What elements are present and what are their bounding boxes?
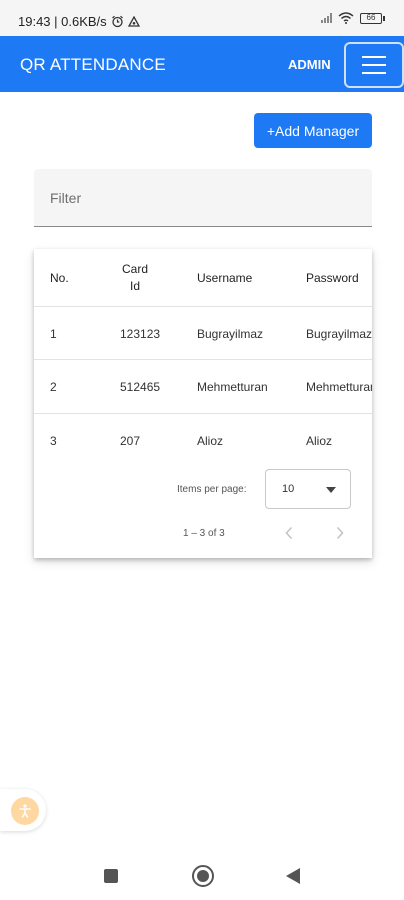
status-bar: 19:43 | 0.6KB/s 66 xyxy=(0,0,404,36)
accessibility-icon-circle xyxy=(11,797,39,825)
accessibility-floating-button[interactable] xyxy=(0,789,46,831)
cell-username: Alioz xyxy=(197,434,224,448)
app-bar: QR ATTENDANCE ADMIN xyxy=(0,36,404,92)
home-icon[interactable] xyxy=(192,865,214,887)
signal-icon xyxy=(321,13,332,23)
next-page-button[interactable] xyxy=(328,521,352,545)
battery-icon: 66 xyxy=(360,12,385,24)
page-range-label: 1 – 3 of 3 xyxy=(183,528,225,539)
admin-label: ADMIN xyxy=(288,57,331,72)
alarm-icon xyxy=(111,15,123,28)
managers-table: No. Card Id Username Password 1 123123 B… xyxy=(34,249,372,558)
accessibility-icon xyxy=(19,804,31,818)
menu-line-icon xyxy=(362,64,386,66)
column-header-no[interactable]: No. xyxy=(50,271,69,285)
cell-password: Mehmetturan xyxy=(306,380,372,394)
column-header-username[interactable]: Username xyxy=(197,271,252,285)
add-manager-button[interactable]: +Add Manager xyxy=(254,113,372,148)
cell-card-id: 123123 xyxy=(120,327,161,341)
chevron-left-icon xyxy=(285,526,293,540)
items-per-page-value: 10 xyxy=(282,483,295,495)
status-time-speed: 19:43 | 0.6KB/s xyxy=(18,14,107,29)
back-icon[interactable] xyxy=(286,868,300,884)
table-row[interactable]: 2 512465 Mehmetturan Mehmetturan xyxy=(34,360,372,414)
items-per-page-select[interactable]: 10 xyxy=(265,469,351,509)
items-per-page-label: Items per page: xyxy=(177,484,247,495)
filter-field[interactable] xyxy=(34,169,372,227)
cell-password: Bugrayilmaz xyxy=(306,327,372,341)
status-left: 19:43 | 0.6KB/s xyxy=(18,14,140,29)
table-header-row: No. Card Id Username Password xyxy=(34,249,372,307)
cell-no: 1 xyxy=(50,327,57,341)
cell-card-id: 207 xyxy=(120,434,141,448)
paginator: Items per page: 10 1 – 3 of 3 xyxy=(34,465,372,558)
column-header-password[interactable]: Password xyxy=(306,271,359,285)
cell-password: Alioz xyxy=(306,434,333,448)
cell-username: Mehmetturan xyxy=(197,380,268,394)
menu-line-icon xyxy=(362,72,386,74)
cell-no: 2 xyxy=(50,380,57,394)
table-row[interactable]: 3 207 Alioz Alioz xyxy=(34,414,372,465)
chevron-right-icon xyxy=(336,526,344,540)
cell-username: Bugrayilmaz xyxy=(197,327,264,341)
column-header-card-id[interactable]: Card Id xyxy=(120,261,150,295)
wifi-icon xyxy=(338,12,354,24)
filter-input[interactable] xyxy=(50,187,350,209)
menu-line-icon xyxy=(362,56,386,58)
recent-apps-icon[interactable] xyxy=(104,869,118,883)
hamburger-menu-button[interactable] xyxy=(344,42,404,88)
table-row[interactable]: 1 123123 Bugrayilmaz Bugrayilmaz xyxy=(34,307,372,360)
previous-page-button[interactable] xyxy=(277,521,301,545)
notification-app-icon xyxy=(127,15,140,27)
dropdown-arrow-icon xyxy=(326,487,336,493)
cell-no: 3 xyxy=(50,434,57,448)
app-title: QR ATTENDANCE xyxy=(20,55,166,74)
system-nav-bar xyxy=(0,848,404,900)
status-right: 66 xyxy=(321,12,385,24)
cell-card-id: 512465 xyxy=(120,380,161,394)
